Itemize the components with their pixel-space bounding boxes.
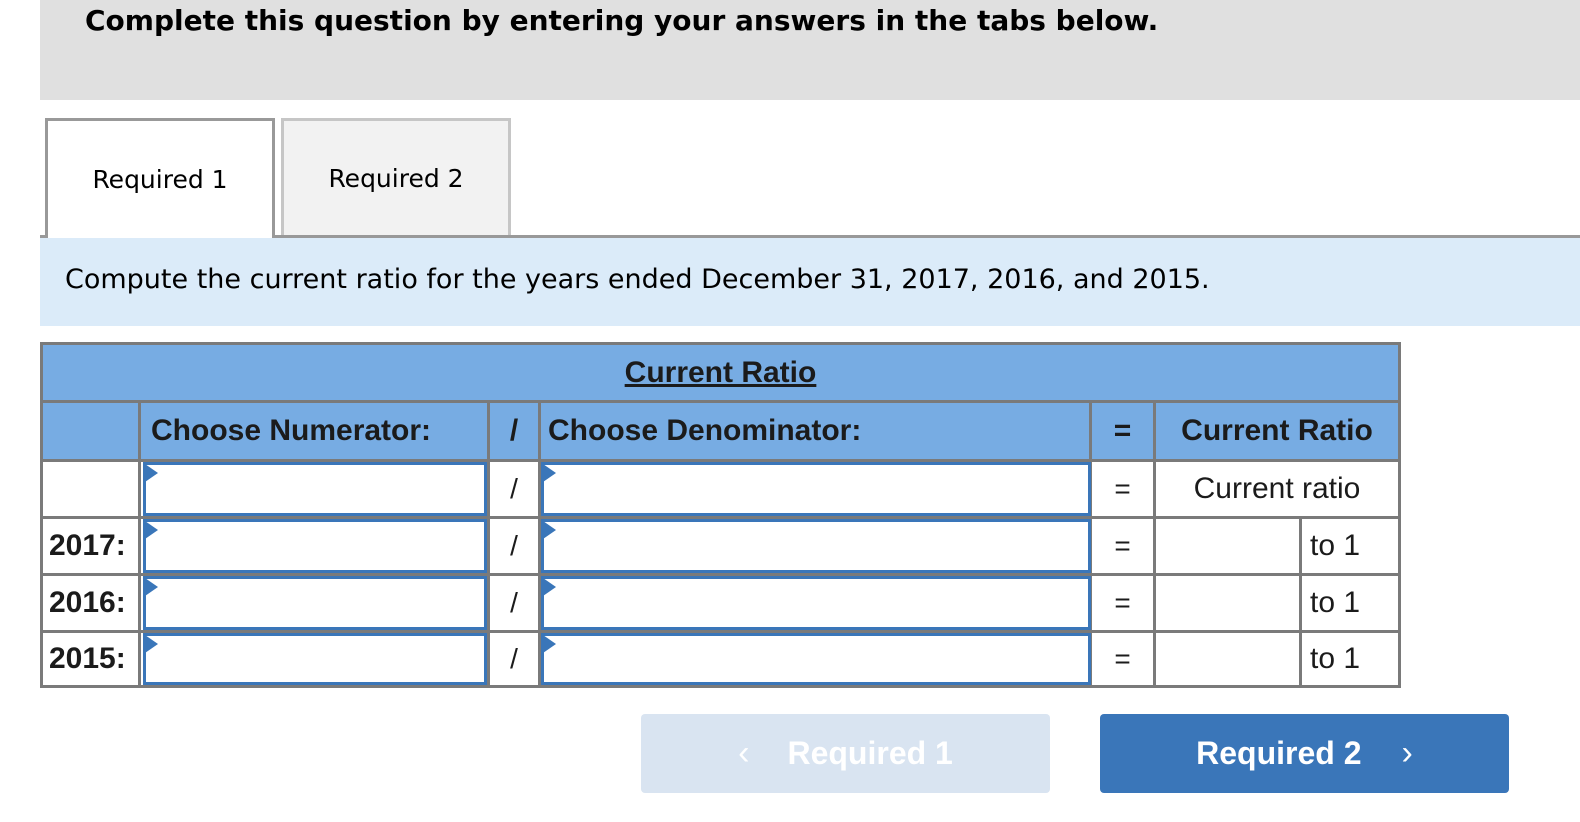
header-denominator: Choose Denominator: bbox=[541, 403, 1089, 459]
header-result: Current Ratio bbox=[1156, 403, 1398, 459]
divide-sign: / bbox=[490, 633, 538, 685]
denominator-input-2016[interactable] bbox=[541, 576, 1091, 630]
header-blank bbox=[43, 403, 138, 459]
ratio-input-2017[interactable] bbox=[1156, 519, 1299, 573]
prompt-text: Compute the current ratio for the years … bbox=[65, 264, 1210, 295]
equals-sign: = bbox=[1092, 576, 1153, 630]
instruction-text: Complete this question by entering your … bbox=[85, 4, 1159, 37]
divide-sign: / bbox=[490, 519, 538, 573]
formula-result-label: Current ratio bbox=[1156, 462, 1398, 516]
equals-sign: = bbox=[1092, 633, 1153, 685]
header-equals: = bbox=[1092, 403, 1153, 459]
table-title-text: Current Ratio bbox=[624, 355, 817, 389]
numerator-cell bbox=[141, 576, 487, 630]
equals-sign: = bbox=[1092, 519, 1153, 573]
numerator-cell bbox=[141, 519, 487, 573]
ratio-input-2016[interactable] bbox=[1156, 576, 1299, 630]
tab-label: Required 2 bbox=[328, 163, 464, 193]
next-button-label: Required 2 bbox=[1196, 735, 1362, 771]
prev-button-label: Required 1 bbox=[787, 735, 953, 771]
prev-required-1-button[interactable]: ‹ Required 1 bbox=[641, 714, 1050, 793]
tab-required-2[interactable]: Required 2 bbox=[281, 118, 511, 235]
table-title: Current Ratio bbox=[43, 345, 1398, 400]
divide-sign: / bbox=[490, 576, 538, 630]
numerator-cell bbox=[141, 633, 487, 685]
tab-label: Required 1 bbox=[92, 165, 228, 194]
row-label-2017: 2017: bbox=[43, 519, 138, 573]
instruction-bar: Complete this question by entering your … bbox=[40, 0, 1580, 100]
ratio-suffix: to 1 bbox=[1302, 519, 1398, 573]
denominator-input-2015[interactable] bbox=[541, 633, 1091, 685]
ratio-suffix: to 1 bbox=[1302, 576, 1398, 630]
formula-denominator-select[interactable] bbox=[541, 462, 1091, 516]
header-numerator: Choose Numerator: bbox=[141, 403, 487, 459]
ratio-suffix: to 1 bbox=[1302, 633, 1398, 685]
tab-required-1[interactable]: Required 1 bbox=[45, 118, 275, 238]
next-required-2-button[interactable]: Required 2 › bbox=[1100, 714, 1509, 793]
numerator-input-2017[interactable] bbox=[143, 519, 487, 573]
numerator-input-2016[interactable] bbox=[143, 576, 487, 630]
header-divide: / bbox=[490, 403, 538, 459]
denominator-cell bbox=[541, 576, 1091, 630]
denominator-cell bbox=[541, 633, 1091, 685]
row-label-2015: 2015: bbox=[43, 633, 138, 685]
ratio-input-2015[interactable] bbox=[1156, 633, 1299, 685]
formula-row-label bbox=[43, 462, 138, 516]
denominator-cell bbox=[541, 519, 1091, 573]
formula-equals: = bbox=[1092, 462, 1153, 516]
formula-numerator-cell bbox=[141, 462, 487, 516]
formula-divide: / bbox=[490, 462, 538, 516]
formula-numerator-select[interactable] bbox=[143, 462, 487, 516]
chevron-right-icon: › bbox=[1401, 734, 1413, 772]
current-ratio-table: Current Ratio Choose Numerator: / Choose… bbox=[40, 342, 1401, 688]
row-label-2016: 2016: bbox=[43, 576, 138, 630]
denominator-input-2017[interactable] bbox=[541, 519, 1091, 573]
numerator-input-2015[interactable] bbox=[143, 633, 487, 685]
formula-denominator-cell bbox=[541, 462, 1091, 516]
chevron-left-icon: ‹ bbox=[738, 734, 750, 772]
question-prompt: Compute the current ratio for the years … bbox=[40, 238, 1580, 326]
